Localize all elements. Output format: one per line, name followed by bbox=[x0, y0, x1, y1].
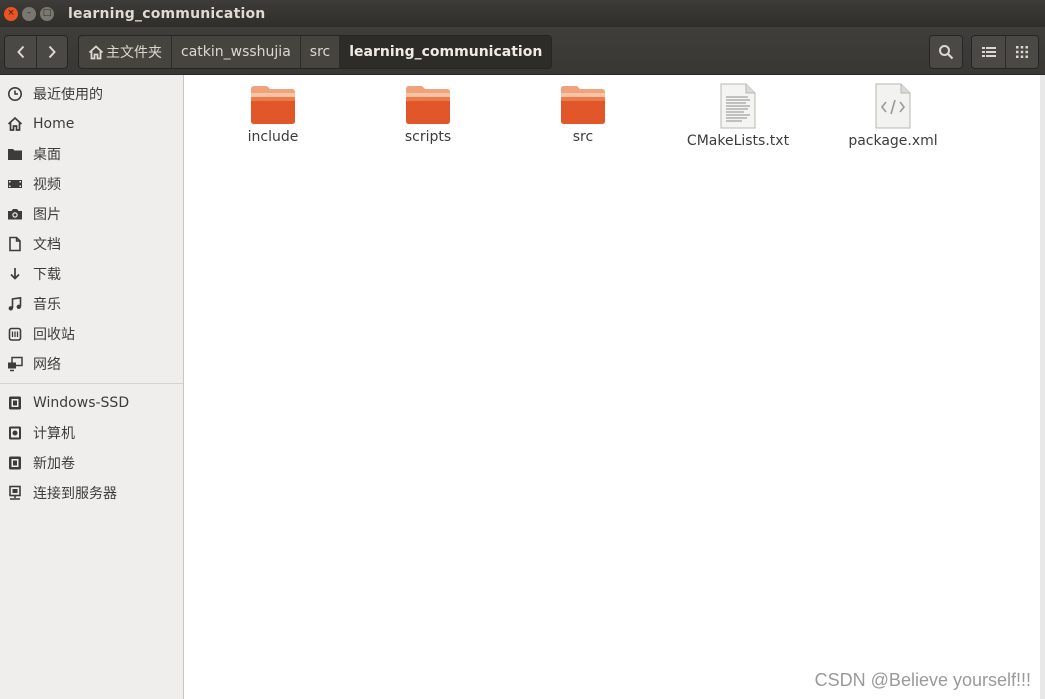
sidebar-item-desktop[interactable]: 桌面 bbox=[0, 139, 183, 169]
sidebar-item-label: 视频 bbox=[33, 177, 61, 193]
drive-icon bbox=[7, 395, 23, 411]
breadcrumb-label: 主文件夹 bbox=[106, 45, 162, 61]
sidebar-item-computer[interactable]: 计算机 bbox=[0, 418, 183, 448]
sidebar-item-label: 桌面 bbox=[33, 147, 61, 163]
file-item-cmakelists[interactable]: CMakeLists.txt bbox=[673, 83, 803, 149]
music-icon bbox=[7, 296, 23, 312]
sidebar-item-label: 回收站 bbox=[33, 327, 75, 343]
download-icon bbox=[7, 266, 23, 282]
sidebar-item-label: Windows-SSD bbox=[33, 395, 130, 411]
breadcrumb-src[interactable]: src bbox=[301, 36, 341, 68]
computer-icon bbox=[7, 425, 23, 441]
sidebar: 最近使用的 Home 桌面 视频 图片 文档 下载 音乐 回收站 网络 Wind… bbox=[0, 75, 184, 699]
breadcrumb: 主文件夹 catkin_wsshujia src learning_commun… bbox=[78, 35, 553, 69]
sidebar-item-label: 连接到服务器 bbox=[33, 486, 117, 502]
sidebar-item-label: 最近使用的 bbox=[33, 87, 103, 103]
maximize-window-button[interactable]: □ bbox=[40, 6, 54, 21]
view-switcher bbox=[971, 35, 1039, 69]
file-item-package-xml[interactable]: package.xml bbox=[828, 83, 958, 149]
sidebar-item-label: 文档 bbox=[33, 237, 61, 253]
minimize-window-button[interactable]: – bbox=[22, 6, 36, 21]
file-item-scripts[interactable]: scripts bbox=[363, 83, 493, 145]
maximize-icon: □ bbox=[42, 8, 52, 18]
minimize-icon: – bbox=[26, 8, 32, 18]
camera-icon bbox=[7, 206, 23, 222]
breadcrumb-current[interactable]: learning_communication bbox=[340, 36, 552, 68]
breadcrumb-home[interactable]: 主文件夹 bbox=[79, 36, 172, 68]
server-icon bbox=[7, 485, 23, 501]
breadcrumb-label: learning_communication bbox=[349, 44, 543, 60]
file-name: CMakeLists.txt bbox=[686, 133, 790, 149]
sidebar-item-new-volume[interactable]: 新加卷 bbox=[0, 448, 183, 478]
breadcrumb-catkin[interactable]: catkin_wsshujia bbox=[172, 36, 301, 68]
drive-icon bbox=[7, 455, 23, 471]
close-icon: × bbox=[7, 8, 15, 18]
watermark: CSDN @Believe yourself!!! bbox=[814, 670, 1031, 690]
search-icon bbox=[939, 45, 954, 60]
trash-icon bbox=[7, 326, 23, 342]
video-icon bbox=[7, 176, 23, 192]
history-nav bbox=[4, 35, 68, 69]
sidebar-item-trash[interactable]: 回收站 bbox=[0, 319, 183, 349]
file-name: include bbox=[247, 129, 299, 145]
sidebar-divider bbox=[0, 383, 183, 384]
list-view-button[interactable] bbox=[972, 36, 1005, 68]
folder-icon bbox=[7, 146, 23, 162]
document-icon bbox=[7, 236, 23, 252]
xml-file-icon bbox=[875, 83, 911, 129]
toolbar: 主文件夹 catkin_wsshujia src learning_commun… bbox=[0, 27, 1045, 75]
home-icon bbox=[88, 44, 104, 59]
search-button[interactable] bbox=[929, 35, 963, 69]
chevron-left-icon bbox=[16, 45, 24, 59]
sidebar-item-recent[interactable]: 最近使用的 bbox=[0, 79, 183, 109]
sidebar-item-documents[interactable]: 文档 bbox=[0, 229, 183, 259]
folder-icon bbox=[406, 86, 450, 124]
network-icon bbox=[7, 356, 23, 372]
folder-icon bbox=[251, 86, 295, 124]
breadcrumb-label: catkin_wsshujia bbox=[181, 44, 291, 60]
home-icon bbox=[7, 116, 23, 132]
file-name: scripts bbox=[404, 129, 452, 145]
file-item-src[interactable]: src bbox=[518, 83, 648, 145]
sidebar-item-home[interactable]: Home bbox=[0, 109, 183, 139]
sidebar-item-connect-server[interactable]: 连接到服务器 bbox=[0, 478, 183, 508]
file-item-include[interactable]: include bbox=[208, 83, 338, 145]
sidebar-item-windows-ssd[interactable]: Windows-SSD bbox=[0, 388, 183, 418]
file-name: package.xml bbox=[848, 133, 938, 149]
clock-icon bbox=[7, 86, 23, 102]
chevron-right-icon bbox=[48, 45, 56, 59]
sidebar-item-label: 音乐 bbox=[33, 297, 61, 313]
scrollbar[interactable] bbox=[1040, 75, 1045, 699]
file-view: include scripts src CMakeLists.txt packa… bbox=[190, 75, 1045, 699]
list-view-icon bbox=[981, 47, 996, 57]
folder-icon bbox=[561, 86, 605, 124]
sidebar-item-label: 计算机 bbox=[33, 426, 75, 442]
sidebar-item-downloads[interactable]: 下载 bbox=[0, 259, 183, 289]
grid-view-icon bbox=[1016, 46, 1028, 58]
file-name: src bbox=[572, 129, 594, 145]
title-bar: × – □ learning_communication bbox=[0, 0, 1045, 27]
window-title: learning_communication bbox=[68, 5, 266, 22]
sidebar-item-videos[interactable]: 视频 bbox=[0, 169, 183, 199]
breadcrumb-label: src bbox=[309, 44, 331, 60]
sidebar-item-label: Home bbox=[33, 116, 75, 132]
sidebar-item-label: 下载 bbox=[33, 267, 61, 283]
close-window-button[interactable]: × bbox=[4, 6, 18, 21]
forward-button[interactable] bbox=[36, 36, 67, 68]
sidebar-item-label: 图片 bbox=[33, 207, 61, 223]
text-file-icon bbox=[720, 83, 756, 129]
sidebar-item-label: 网络 bbox=[33, 357, 61, 373]
sidebar-item-pictures[interactable]: 图片 bbox=[0, 199, 183, 229]
sidebar-item-label: 新加卷 bbox=[33, 456, 75, 472]
sidebar-item-network[interactable]: 网络 bbox=[0, 349, 183, 379]
back-button[interactable] bbox=[5, 36, 36, 68]
sidebar-item-music[interactable]: 音乐 bbox=[0, 289, 183, 319]
grid-view-button[interactable] bbox=[1005, 36, 1038, 68]
